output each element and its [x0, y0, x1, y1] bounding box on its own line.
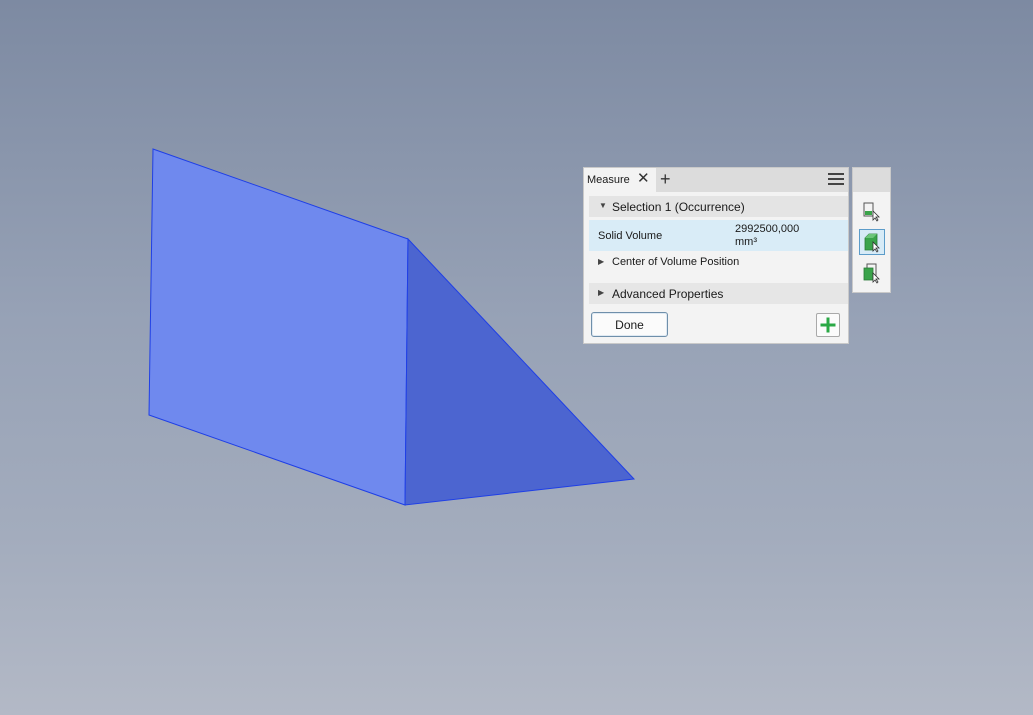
tab-measure[interactable]: Measure ✕: [584, 168, 656, 192]
solid-volume-label: Solid Volume: [598, 230, 663, 242]
measure-tab-bar: Measure ✕ +: [584, 168, 848, 192]
select-occurrence-button[interactable]: [859, 261, 885, 287]
selection-filter-toolbar: [852, 167, 891, 293]
select-body-icon: [864, 233, 880, 253]
prism-front-face[interactable]: [148, 148, 409, 506]
solid-volume-unit: mm³: [735, 236, 757, 248]
collapsed-arrow-icon: ▶: [598, 257, 605, 266]
plus-icon: [820, 317, 836, 333]
select-part-icon: [863, 202, 880, 222]
expanded-arrow-icon: ▼: [599, 201, 607, 210]
selection-header[interactable]: ▼ Selection 1 (Occurrence): [589, 196, 848, 217]
select-part-button[interactable]: [859, 199, 885, 225]
select-occurrence-icon: [863, 263, 880, 284]
solid-volume-number: 2992500,000: [735, 223, 800, 235]
collapsed-arrow-icon: ▶: [598, 288, 605, 297]
select-body-button[interactable]: [859, 229, 885, 255]
advanced-properties-label: Advanced Properties: [612, 287, 724, 301]
advanced-properties-row[interactable]: ▶ Advanced Properties: [589, 283, 848, 304]
add-selection-button[interactable]: [816, 313, 840, 337]
measure-panel: Measure ✕ + ▼ Selection 1 (Occurrence) S…: [583, 167, 849, 344]
done-button[interactable]: Done: [591, 312, 668, 337]
solid-volume-row[interactable]: Solid Volume 2992500,000 mm³: [589, 220, 848, 251]
add-tab-icon[interactable]: +: [660, 169, 671, 189]
solid-volume-value: 2992500,000 mm³: [735, 223, 799, 249]
center-of-volume-row[interactable]: ▶ Center of Volume Position: [589, 253, 848, 273]
selection-header-label: Selection 1 (Occurrence): [612, 200, 745, 214]
center-of-volume-label: Center of Volume Position: [612, 256, 740, 268]
toolbar-header: [853, 168, 890, 192]
close-icon[interactable]: ✕: [637, 171, 650, 187]
hamburger-menu-icon[interactable]: [828, 173, 844, 187]
3d-viewport[interactable]: [0, 0, 1033, 715]
tab-measure-label: Measure: [587, 174, 630, 186]
